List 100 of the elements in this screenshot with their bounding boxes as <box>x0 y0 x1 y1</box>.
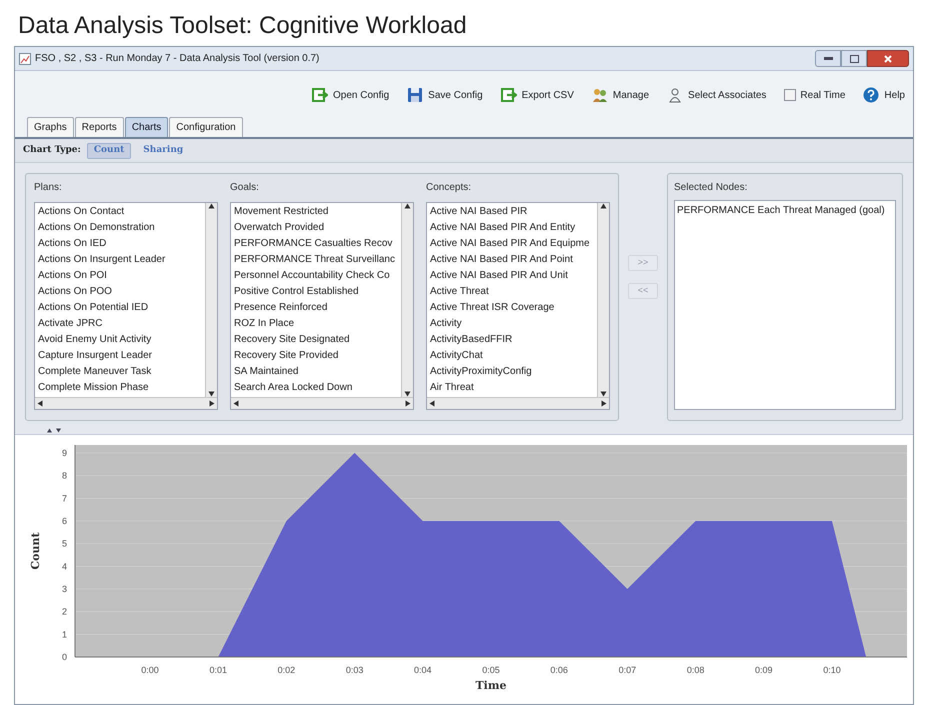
y-tick-label: 6 <box>62 516 67 526</box>
save-icon <box>407 87 424 103</box>
list-item[interactable]: Actions On POO <box>35 284 205 300</box>
list-item[interactable]: Actions On Contact <box>35 204 205 220</box>
list-item[interactable]: Movement Restricted <box>231 204 401 220</box>
vertical-scrollbar[interactable] <box>401 203 413 397</box>
y-tick-label: 5 <box>62 538 67 549</box>
chart-type-toggle[interactable]: Sharing <box>137 142 190 158</box>
y-tick-label: 9 <box>62 448 67 458</box>
list-item[interactable]: Positive Control Established <box>231 284 401 300</box>
list-item[interactable]: Actions On IED <box>35 236 205 252</box>
tab[interactable]: Graphs <box>27 117 74 137</box>
toolbar-button[interactable]: Export CSV <box>500 87 574 103</box>
list-item[interactable]: Complete Maneuver Task <box>35 364 205 380</box>
list-item[interactable]: ActivityProximityConfig <box>427 364 597 380</box>
list-item[interactable]: Recovery Site Provided <box>231 348 401 364</box>
toolbar-button[interactable]: Open Config <box>312 87 390 103</box>
checkbox-label: Real Time <box>800 88 846 102</box>
x-tick-label: 0:10 <box>823 665 841 675</box>
list-item[interactable]: Overwatch Provided <box>231 220 401 236</box>
people-icon <box>592 87 608 103</box>
list-item[interactable]: Actions On Demonstration <box>35 220 205 236</box>
y-tick-label: 2 <box>62 606 67 617</box>
list-item[interactable]: Activity <box>427 316 597 332</box>
x-tick-label: 0:09 <box>755 665 773 675</box>
list-box[interactable]: PERFORMANCE Each Threat Managed (goal) <box>674 200 896 410</box>
y-tick-label: 3 <box>62 584 67 594</box>
scroll-up-icon <box>404 203 411 209</box>
close-button[interactable] <box>867 50 909 67</box>
list-item[interactable]: Personnel Accountability Check Co <box>231 268 401 284</box>
list-item[interactable]: PERFORMANCE Casualties Recov <box>231 236 401 252</box>
tab[interactable]: Reports <box>74 117 124 137</box>
list-item[interactable]: Actions On Potential IED <box>35 300 205 316</box>
list-item[interactable]: Presence Reinforced <box>231 300 401 316</box>
list-item[interactable]: Capture Insurgent Leader <box>35 348 205 364</box>
x-tick-label: 0:00 <box>141 665 159 675</box>
minimize-icon <box>824 56 832 60</box>
page-title: Data Analysis Toolset: Cognitive Workload <box>17 11 468 41</box>
horizontal-scrollbar[interactable] <box>35 397 217 409</box>
x-tick-label: 0:08 <box>686 665 704 675</box>
horizontal-scrollbar[interactable] <box>427 397 609 409</box>
x-tick-label: 0:07 <box>618 665 636 675</box>
list-box[interactable] <box>34 202 218 410</box>
list-item[interactable]: Complete Mission Phase <box>35 380 205 396</box>
list-item[interactable]: Air Threat <box>427 380 597 396</box>
list-item[interactable]: Active NAI Based PIR <box>427 204 597 220</box>
list-item[interactable]: ActivityBasedFFIR <box>427 332 597 348</box>
scroll-right-icon <box>405 400 411 407</box>
list-item[interactable]: Active Threat <box>427 284 597 300</box>
toolbar-button[interactable]: Select Associates <box>667 87 766 103</box>
list-item[interactable]: Active NAI Based PIR And Unit <box>427 268 597 284</box>
y-tick-label: 4 <box>62 561 67 572</box>
vertical-scrollbar[interactable] <box>205 203 217 397</box>
export-icon <box>500 87 517 103</box>
y-tick-label: 7 <box>62 493 67 504</box>
y-tick-label: 0 <box>62 652 67 662</box>
list-item[interactable]: Active Threat ISR Coverage <box>427 300 597 316</box>
list-item[interactable]: PERFORMANCE Threat Surveillanc <box>231 252 401 268</box>
list-item[interactable]: Active NAI Based PIR And Point <box>427 252 597 268</box>
horizontal-scrollbar[interactable] <box>231 397 413 409</box>
y-tick-label: 8 <box>62 470 67 481</box>
list-item[interactable]: Recovery Site Designated <box>231 332 401 348</box>
list-item[interactable]: Active NAI Based PIR And Equipme <box>427 236 597 252</box>
scroll-right-icon <box>209 400 215 407</box>
real-time-checkbox[interactable]: Real Time <box>784 88 846 102</box>
maximize-button[interactable] <box>841 50 867 67</box>
list-item[interactable]: ROZ In Place <box>231 316 401 332</box>
x-tick-label: 0:03 <box>346 665 364 675</box>
toolbar-button[interactable]: Save Config <box>407 87 483 103</box>
scroll-up-icon <box>600 203 607 209</box>
toolbar-button[interactable]: Manage <box>592 87 650 103</box>
list-item[interactable]: Avoid Enemy Unit Activity <box>35 332 205 348</box>
tab[interactable]: Configuration <box>169 117 243 137</box>
list-box[interactable] <box>426 202 610 410</box>
person-icon <box>667 87 684 103</box>
window-title: FSO , S2 , S3 - Run Monday 7 - Data Analysis Tool (version 0.7) <box>35 52 320 66</box>
list-heading: Concepts: <box>426 181 472 195</box>
help-icon <box>863 87 880 103</box>
checkbox[interactable] <box>784 89 796 101</box>
maximize-icon <box>850 54 858 62</box>
scroll-up-icon <box>208 203 215 209</box>
list-heading: Selected Nodes: <box>674 181 748 195</box>
list-box[interactable] <box>230 202 414 410</box>
toolbar-button[interactable]: Help <box>863 87 905 103</box>
tab[interactable]: Charts <box>124 117 168 137</box>
vertical-scrollbar[interactable] <box>597 203 609 397</box>
list-item[interactable]: Actions On Insurgent Leader <box>35 252 205 268</box>
chart-type-label: Chart Type: <box>23 144 81 157</box>
x-tick-label: 0:02 <box>278 665 296 675</box>
x-tick-label: 0:04 <box>414 665 432 675</box>
x-tick-label: 0:06 <box>550 665 568 675</box>
list-item[interactable]: Actions On POI <box>35 268 205 284</box>
list-item[interactable]: PERFORMANCE Each Threat Managed (goal) <box>675 203 895 219</box>
list-item[interactable]: Activate JPRC <box>35 316 205 332</box>
list-item[interactable]: Active NAI Based PIR And Entity <box>427 220 597 236</box>
list-item[interactable]: Search Area Locked Down <box>231 380 401 396</box>
minimize-button[interactable] <box>815 50 841 67</box>
list-item[interactable]: ActivityChat <box>427 348 597 364</box>
y-axis-title: Count <box>29 532 42 570</box>
list-item[interactable]: SA Maintained <box>231 364 401 380</box>
